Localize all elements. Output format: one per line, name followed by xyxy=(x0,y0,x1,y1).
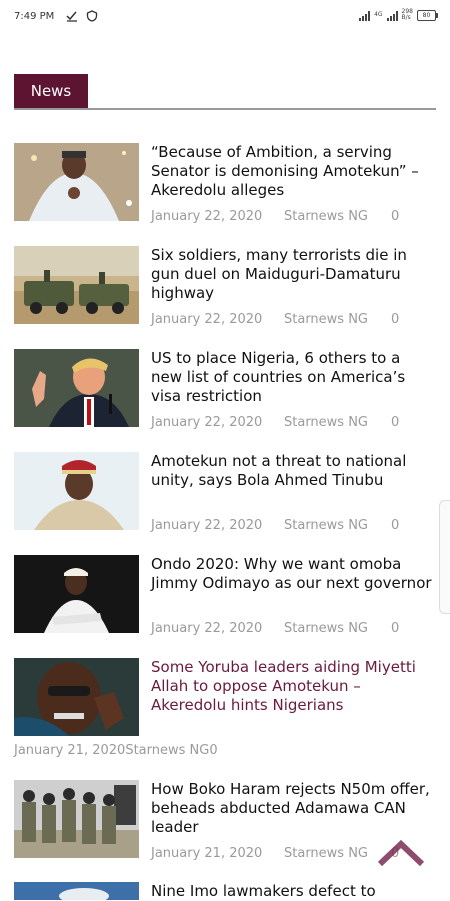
list-item[interactable]: How Boko Haram rejects N50m offer, behea… xyxy=(14,780,436,865)
battery-level: 80 xyxy=(422,11,431,19)
article-title[interactable]: How Boko Haram rejects N50m offer, behea… xyxy=(151,780,436,837)
article-meta: January 22, 2020 Starnews NG 0 xyxy=(151,312,399,327)
article-title[interactable]: Some Yoruba leaders aiding Miyetti Allah… xyxy=(151,658,436,715)
comment-count[interactable]: 0 xyxy=(391,415,399,430)
battery-icon: 80 xyxy=(417,9,438,21)
list-item[interactable]: “Because of Ambition, a serving Senator … xyxy=(14,143,436,228)
article-source[interactable]: Starnews NG xyxy=(284,846,391,861)
list-item[interactable]: Nine Imo lawmakers defect to xyxy=(14,882,436,900)
network-type: 4G xyxy=(374,11,383,18)
article-meta: January 22, 2020 Starnews NG 0 xyxy=(151,518,399,533)
list-item[interactable]: Ondo 2020: Why we want omoba Jimmy Odima… xyxy=(14,555,436,640)
list-item[interactable]: Some Yoruba leaders aiding Miyetti Allah… xyxy=(14,658,436,763)
check-download-icon xyxy=(66,11,77,22)
article-date: January 22, 2020 xyxy=(151,518,263,533)
article-date: January 22, 2020 xyxy=(151,209,263,224)
list-item[interactable]: Amotekun not a threat to national unity,… xyxy=(14,452,436,537)
article-thumbnail[interactable] xyxy=(14,349,139,427)
article-thumbnail[interactable] xyxy=(14,658,139,736)
article-title[interactable]: US to place Nigeria, 6 others to a new l… xyxy=(151,349,436,406)
article-date: January 21, 2020 xyxy=(151,846,263,861)
comment-count[interactable]: 0 xyxy=(391,621,399,636)
article-date: January 22, 2020 xyxy=(151,415,263,430)
status-time: 7:49 PM xyxy=(14,11,55,22)
list-item[interactable]: US to place Nigeria, 6 others to a new l… xyxy=(14,349,436,434)
article-thumbnail[interactable] xyxy=(14,780,139,858)
comment-count[interactable]: 0 xyxy=(391,518,399,533)
article-source[interactable]: Starnews NG xyxy=(284,312,391,327)
article-meta: January 22, 2020 Starnews NG 0 xyxy=(151,415,399,430)
scroll-to-top-icon[interactable] xyxy=(378,838,424,868)
comment-count[interactable]: 0 xyxy=(391,209,399,224)
article-meta: January 21, 2020Starnews NG0 xyxy=(151,846,399,861)
list-item[interactable]: Six soldiers, many terrorists die in gun… xyxy=(14,246,436,331)
scroll-handle[interactable] xyxy=(439,500,450,614)
article-source[interactable]: Starnews NG xyxy=(284,518,391,533)
article-thumbnail[interactable] xyxy=(14,882,139,900)
article-thumbnail[interactable] xyxy=(14,452,139,530)
article-title[interactable]: Amotekun not a threat to national unity,… xyxy=(151,452,436,490)
article-title[interactable]: “Because of Ambition, a serving Senator … xyxy=(151,143,436,200)
signal-icon xyxy=(359,10,371,21)
article-title[interactable]: Nine Imo lawmakers defect to xyxy=(151,882,436,901)
article-thumbnail[interactable] xyxy=(14,246,139,324)
article-date: January 22, 2020 xyxy=(151,621,263,636)
article-meta: January 22, 2020 Starnews NG 0 xyxy=(151,621,399,636)
article-source[interactable]: Starnews NG xyxy=(284,209,391,224)
article-title[interactable]: Ondo 2020: Why we want omoba Jimmy Odima… xyxy=(151,555,436,593)
article-source[interactable]: Starnews NG xyxy=(125,743,209,758)
article-source[interactable]: Starnews NG xyxy=(284,621,391,636)
article-title[interactable]: Six soldiers, many terrorists die in gun… xyxy=(151,246,436,303)
network-speed: 298 B/s xyxy=(401,8,413,21)
shield-icon xyxy=(86,10,98,22)
comment-count[interactable]: 0 xyxy=(209,743,217,758)
article-meta: January 21, 2020Starnews NG0 xyxy=(14,743,218,758)
section-header: News xyxy=(14,74,436,110)
article-thumbnail[interactable] xyxy=(14,143,139,221)
article-date: January 22, 2020 xyxy=(151,312,263,327)
article-meta: January 22, 2020 Starnews NG 0 xyxy=(151,209,399,224)
tab-news[interactable]: News xyxy=(14,74,88,108)
status-bar: 7:49 PM 4G 298 B/s 80 xyxy=(0,0,450,36)
signal-icon-2 xyxy=(386,10,398,21)
article-thumbnail[interactable] xyxy=(14,555,139,633)
comment-count[interactable]: 0 xyxy=(391,312,399,327)
article-date: January 21, 2020 xyxy=(14,743,126,758)
article-source[interactable]: Starnews NG xyxy=(284,415,391,430)
